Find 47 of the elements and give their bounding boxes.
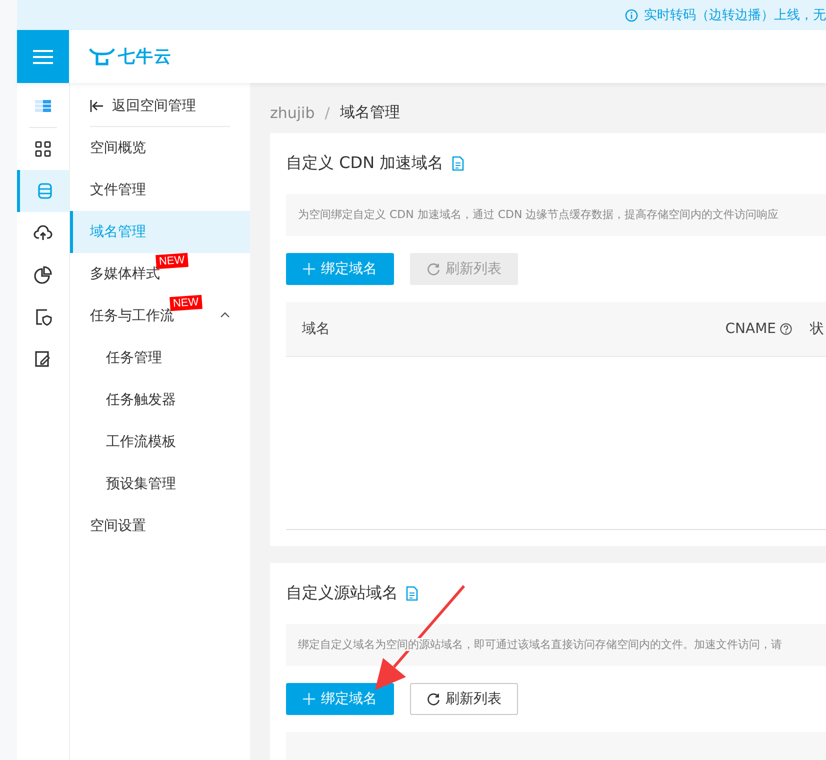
menu-icon — [33, 50, 53, 64]
card-title: 自定义 CDN 加速域名 — [286, 152, 444, 174]
column-header: 状 — [810, 320, 824, 338]
nav-item-label: 预设集管理 — [106, 475, 176, 493]
nav-item-label: 任务触发器 — [106, 391, 176, 409]
announcement-text: 实时转码（边转边播）上线，无 — [644, 7, 826, 24]
refresh-button[interactable]: 刷新列表 — [410, 683, 518, 715]
nav-item-label: 任务管理 — [106, 349, 162, 367]
new-badge: NEW — [170, 294, 202, 312]
nav-item-label: 文件管理 — [90, 181, 146, 199]
refresh-icon — [426, 262, 440, 276]
nav-item-label: 空间概览 — [90, 139, 146, 157]
shield-document-icon — [33, 307, 53, 327]
nav-item[interactable]: 任务触发器 — [70, 379, 250, 421]
nav-item[interactable]: 任务与工作流 NEW — [70, 295, 250, 337]
plus-icon — [303, 263, 315, 275]
document-icon[interactable] — [406, 586, 418, 600]
pie-chart-icon — [33, 265, 53, 285]
breadcrumb-item: 域名管理 — [340, 103, 400, 122]
menu-button[interactable] — [17, 30, 69, 83]
nav-item-label: 空间设置 — [90, 517, 146, 535]
nav-item[interactable]: 空间概览 — [70, 127, 250, 169]
column-header: 域名 — [302, 320, 331, 338]
info-icon — [625, 8, 638, 22]
nav-item[interactable]: 多媒体样式 NEW — [70, 253, 250, 295]
grid-icon — [33, 139, 53, 159]
breadcrumb-separator: / — [324, 104, 330, 122]
description-text: 为空间绑定自定义 CDN 加速域名，通过 CDN 边缘节点缓存数据，提高存储空间内的文件访问响应 — [286, 194, 826, 236]
nav-item[interactable]: 工作流模板 — [70, 421, 250, 463]
nav-item[interactable]: 文件管理 — [70, 169, 250, 211]
back-arrow-icon — [90, 98, 104, 112]
document-icon[interactable] — [452, 156, 464, 170]
refresh-icon — [426, 692, 440, 706]
plus-icon — [303, 693, 315, 705]
bull-logo-icon — [89, 48, 115, 66]
cloud-upload-icon — [33, 223, 53, 243]
nav-item[interactable]: 空间设置 — [70, 505, 250, 547]
help-icon[interactable] — [780, 323, 792, 335]
caret-icon[interactable] — [220, 311, 230, 319]
nav-item-label: 域名管理 — [90, 223, 146, 241]
nav-item-label: 工作流模板 — [106, 433, 176, 451]
card-title: 自定义源站域名 — [286, 582, 398, 604]
nav-item[interactable]: 预设集管理 — [70, 463, 250, 505]
column-header: CNAME — [725, 321, 776, 337]
description-text: 绑定自定义域名为空间的源站域名，即可通过该域名直接访问存储空间内的文件。加速文件访问，请 — [286, 624, 826, 666]
back-link[interactable]: 返回空间管理 — [112, 96, 196, 114]
nav-item[interactable]: 任务管理 — [70, 337, 250, 379]
